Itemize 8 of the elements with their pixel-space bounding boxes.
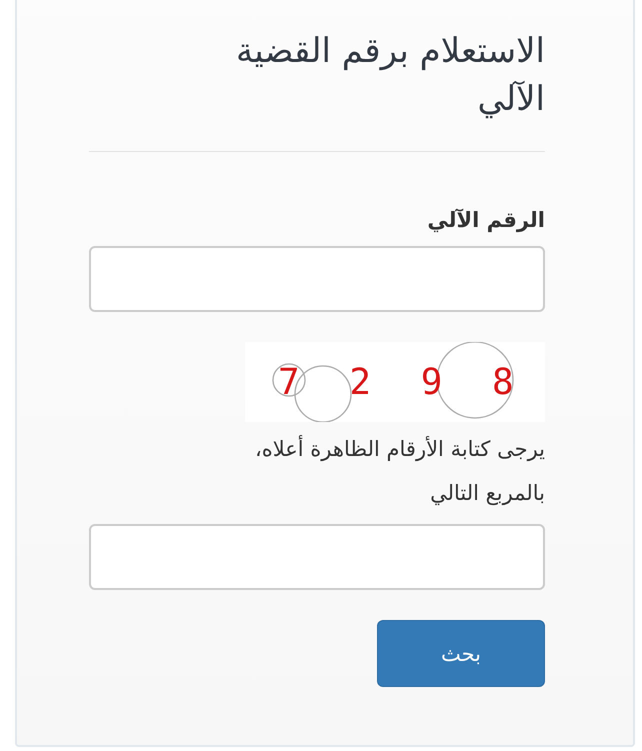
captcha-field[interactable] <box>89 524 545 590</box>
search-button[interactable]: بحث <box>377 620 545 688</box>
case-number-field[interactable] <box>89 246 545 312</box>
captcha-image: 7 2 9 8 <box>245 342 545 422</box>
hint-text: بالمربع التالي <box>430 480 545 508</box>
hint-text: يرجى كتابة الأرقام الظاهرة أعلاه، <box>254 434 545 464</box>
field-label: الرقم الآلي <box>427 208 545 232</box>
page-title: الاستعلام برقم القضية الآلي <box>234 30 545 121</box>
